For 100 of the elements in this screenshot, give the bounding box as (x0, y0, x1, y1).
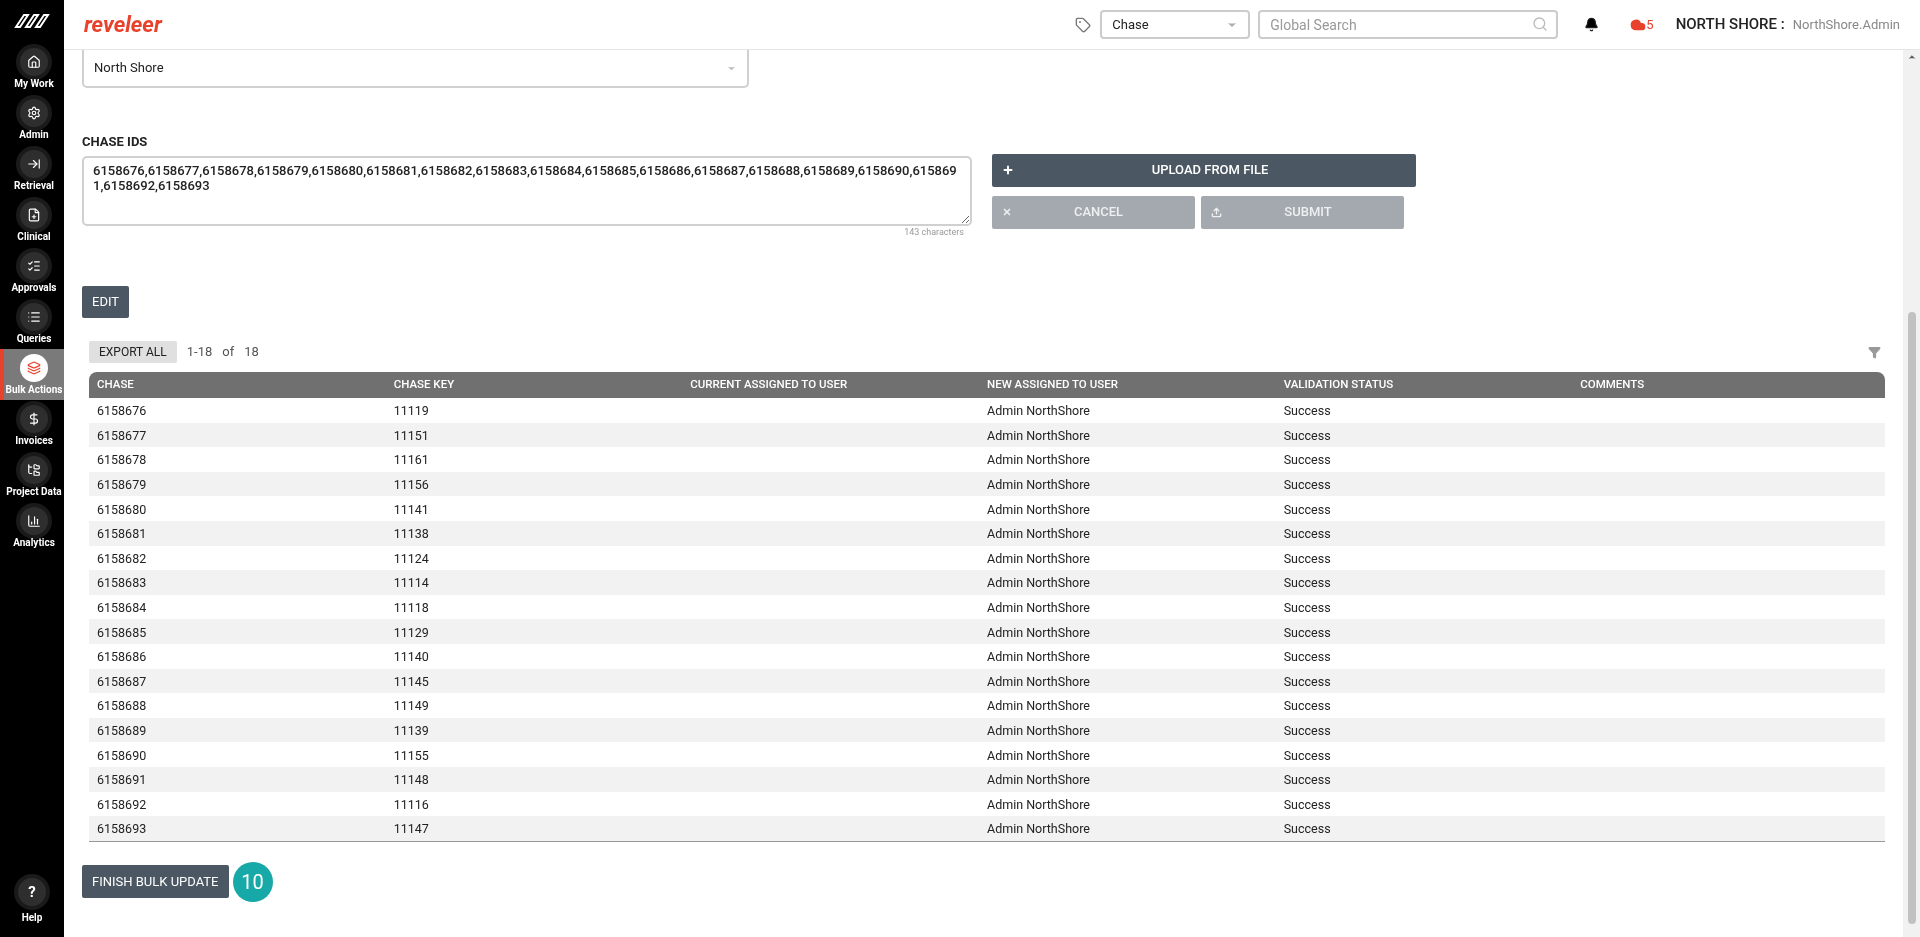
table-cell: 11155 (393, 747, 429, 763)
search-icon (1532, 16, 1549, 32)
character-count: 143 characters (904, 225, 964, 239)
table-cell: 11118 (393, 600, 429, 616)
table-cell: Success (1283, 526, 1331, 542)
user-name[interactable]: NorthShore.Admin (1792, 14, 1900, 35)
table-cell: Admin NorthShore (987, 698, 1090, 714)
table-cell: 11119 (393, 403, 429, 419)
upload-button[interactable]: UPLOAD FROM FILE (992, 153, 1416, 187)
table-cell: 6158678 (97, 452, 147, 468)
table-cell: Admin NorthShore (987, 624, 1090, 640)
sidebar-item[interactable]: Admin (0, 94, 64, 145)
table-cell: 6158686 (97, 649, 147, 665)
upload-icon (1211, 206, 1222, 218)
bar-chart-icon (27, 514, 41, 528)
folders-icon (27, 463, 41, 477)
table-cell: Success (1283, 575, 1331, 591)
table-cell: 11161 (393, 452, 429, 468)
sidebar-item[interactable]: Bulk Actions (0, 349, 64, 400)
sidebar-item[interactable]: My Work (0, 43, 64, 94)
search-type-dropdown[interactable]: Chase (1100, 10, 1251, 39)
arrow-icon (27, 157, 41, 171)
sidebar-item[interactable]: Invoices (0, 400, 64, 451)
scroll-up-icon[interactable] (1906, 52, 1917, 62)
table-cell: 6158684 (97, 600, 147, 616)
column-header[interactable]: COMMENTS (1580, 376, 1877, 394)
table-cell: Admin NorthShore (987, 747, 1090, 763)
table-cell: Success (1283, 723, 1331, 738)
table-cell: Success (1283, 427, 1331, 443)
table-cell: 11149 (393, 698, 429, 714)
table-cell: 6158692 (97, 796, 147, 812)
table-cell: Success (1283, 673, 1331, 689)
sidebar-item[interactable]: Project Data (0, 451, 64, 502)
table-cell: Admin NorthShore (987, 526, 1090, 542)
table-cell: Success (1283, 698, 1331, 714)
finish-bulk-update-button[interactable]: FINISH BULK UPDATE (82, 865, 229, 899)
organization-name: NORTH SHORE : (1675, 14, 1785, 36)
table-cell: 11114 (393, 575, 429, 591)
column-header[interactable]: CHASE (97, 376, 394, 394)
bell-icon[interactable] (1584, 17, 1600, 32)
table-cell: 6158691 (97, 772, 147, 788)
table-cell: Admin NorthShore (987, 772, 1090, 788)
chase-ids-field[interactable]: 6158676,6158677,6158678,6158679,6158680,6158681,6158682,6158683,6158684,6158685,6158686,6158687,6158688,6158689,6158690,6158691,6158692,6158693 (82, 155, 972, 226)
list-icon (27, 310, 41, 324)
table-cell: 11145 (393, 673, 429, 689)
filter-icon[interactable] (1868, 345, 1881, 359)
table-cell: Admin NorthShore (987, 649, 1090, 665)
table-cell: Success (1283, 821, 1331, 837)
column-header[interactable]: VALIDATION STATUS (1283, 376, 1581, 394)
table-cell: Success (1283, 477, 1331, 493)
table-cell: Admin NorthShore (987, 477, 1090, 493)
scrollbar[interactable] (1903, 50, 1920, 937)
edit-button[interactable]: EDIT (82, 286, 130, 318)
table-cell: Success (1283, 452, 1331, 468)
close-icon (1002, 207, 1012, 217)
alert-indicator[interactable]: 5 (1630, 14, 1654, 35)
table-cell: Admin NorthShore (987, 673, 1090, 689)
table-cell: 6158677 (97, 427, 147, 443)
table-cell: Admin NorthShore (987, 723, 1090, 738)
table-cell: Admin NorthShore (987, 575, 1090, 591)
sidebar-item[interactable]: Retrieval (0, 145, 64, 196)
pagination-of: of (222, 343, 235, 362)
table-cell: 11147 (393, 821, 429, 837)
table-cell: Admin NorthShore (987, 427, 1090, 443)
column-header[interactable]: NEW ASSIGNED TO USER (987, 376, 1284, 394)
sidebar-item[interactable]: Queries (0, 298, 64, 349)
table-cell: Admin NorthShore (987, 501, 1090, 517)
table-cell: 6158683 (97, 575, 147, 591)
column-header[interactable]: CHASE KEY (393, 376, 691, 394)
table-cell: 6158679 (97, 477, 147, 493)
layers-icon (27, 361, 41, 375)
table-cell: 11124 (393, 550, 429, 566)
table-cell: 6158690 (97, 747, 147, 763)
table-cell: Success (1283, 550, 1331, 566)
table-cell: 11116 (393, 796, 429, 812)
table-cell: 6158687 (97, 673, 147, 689)
table-cell: 11138 (393, 526, 429, 542)
table-cell: Admin NorthShore (987, 403, 1090, 419)
brand-logo: reveleer (84, 11, 162, 39)
table-cell: Success (1283, 403, 1331, 419)
sidebar-item[interactable]: Analytics (0, 502, 64, 553)
project-dropdown[interactable]: North Shore (82, 50, 749, 88)
table-cell: Success (1283, 624, 1331, 640)
logo-icon (14, 13, 50, 29)
sidebar-item[interactable]: Approvals (0, 247, 64, 298)
table-cell: Success (1283, 796, 1331, 812)
column-header[interactable]: CURRENT ASSIGNED TO USER (690, 376, 987, 394)
table-cell: Success (1283, 649, 1331, 665)
sidebar-item[interactable]: Clinical (0, 196, 64, 247)
document-icon (27, 208, 41, 222)
table-cell: Success (1283, 501, 1331, 517)
gear-icon (27, 106, 41, 120)
checklist-icon (27, 259, 41, 273)
table-cell: 11156 (393, 477, 429, 493)
table-cell: 6158685 (97, 624, 147, 640)
table-cell: 6158676 (97, 403, 147, 419)
table-cell: 6158689 (97, 723, 147, 738)
table-cell: 11141 (393, 501, 429, 517)
export-all-button[interactable]: EXPORT ALL (89, 341, 177, 363)
global-search-field[interactable]: Global Search (1258, 10, 1559, 39)
